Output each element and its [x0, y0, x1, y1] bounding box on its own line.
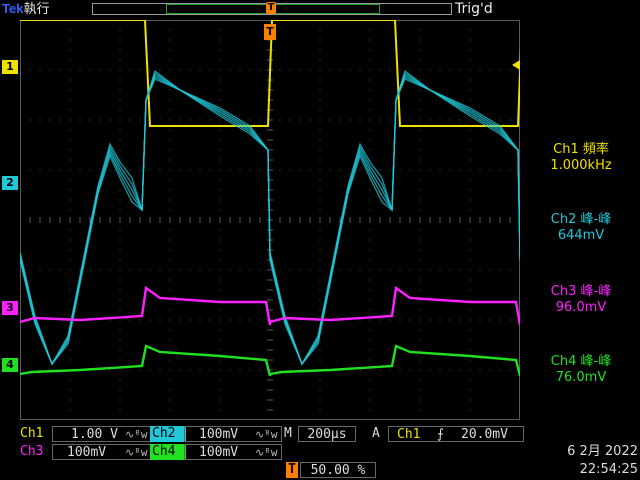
ch3-trace — [20, 285, 520, 326]
trigger-slope-icon: ⨍ — [437, 427, 444, 442]
timebase-value[interactable]: 200µs — [298, 426, 356, 442]
ch3-label[interactable]: Ch3 — [18, 444, 45, 460]
ch4-ground-marker[interactable]: 4 — [2, 358, 18, 372]
trigger-time-marker[interactable]: T — [264, 24, 276, 40]
ch2-scale-box[interactable]: 100mV ∿ᴮw — [184, 426, 282, 442]
ch4-scale: 100mV — [199, 445, 239, 460]
ch1-scale: 1.00 V — [71, 427, 118, 442]
measurement-value: 644mV — [557, 228, 605, 243]
measurement-value: 96.0mV — [555, 300, 607, 315]
ch4-scale-box[interactable]: 100mV ∿ᴮw — [184, 444, 282, 460]
trigger-position-marker-top[interactable]: T — [266, 2, 276, 14]
trigger-mode: A — [372, 426, 380, 441]
ch1-scale-box[interactable]: 1.00 V ∿ᴮw — [52, 426, 152, 442]
trigger-level-marker[interactable] — [512, 60, 520, 70]
measurement-label: Ch1 頻率 — [553, 142, 609, 157]
measurement-label: Ch2 峰-峰 — [550, 212, 612, 227]
brand-logo: Tek — [2, 1, 24, 16]
trigger-level: 20.0mV — [461, 427, 508, 442]
trigger-state: Trig'd — [455, 1, 493, 17]
waveform-display[interactable] — [20, 20, 520, 420]
date: 6 2月 2022 — [567, 444, 638, 459]
trigger-position-value[interactable]: 50.00 % — [300, 462, 376, 478]
ch3-scale-box[interactable]: 100mV ∿ᴮw — [52, 444, 152, 460]
ch3-coupling-icon: ∿ᴮw — [125, 446, 148, 459]
ch2-scale: 100mV — [199, 427, 239, 442]
timebase-label: M — [284, 426, 292, 441]
ch3-scale: 100mV — [67, 445, 107, 460]
ch4-label[interactable]: Ch4 — [150, 444, 186, 460]
ch1-label[interactable]: Ch1 — [18, 426, 45, 442]
measurement-label: Ch3 峰-峰 — [550, 284, 612, 299]
settings-bar: Ch1 1.00 V ∿ᴮw Ch2 100mV ∿ᴮw M 200µs A C… — [0, 424, 640, 480]
measurement-value: 76.0mV — [555, 370, 607, 385]
ch4-coupling-icon: ∿ᴮw — [255, 446, 278, 459]
ch1-coupling-icon: ∿ᴮw — [125, 428, 148, 441]
ch2-label[interactable]: Ch2 — [150, 426, 186, 442]
measurement-value: 1.000kHz — [550, 158, 612, 173]
measurement-label: Ch4 峰-峰 — [550, 354, 612, 369]
measurement-ch2-pkpk: Ch2 峰-峰 644mV — [522, 212, 640, 244]
time: 22:54:25 — [579, 462, 638, 477]
measurement-ch4-pkpk: Ch4 峰-峰 76.0mV — [522, 354, 640, 386]
ch2-coupling-icon: ∿ᴮw — [255, 428, 278, 441]
run-state: 執行 — [23, 2, 50, 17]
brand-run-state: Tek執行 — [2, 0, 49, 18]
trigger-setting-box[interactable]: Ch1 ⨍ 20.0mV — [388, 426, 524, 442]
ch1-ground-marker[interactable]: 1 — [2, 60, 18, 74]
trigger-source: Ch1 — [397, 427, 421, 442]
ch3-ground-marker[interactable]: 3 — [2, 301, 18, 315]
measurement-ch1-frequency: Ch1 頻率 1.000kHz — [522, 142, 640, 174]
ch2-ground-marker[interactable]: 2 — [2, 176, 18, 190]
trigger-position-icon: T — [286, 462, 298, 478]
measurement-ch3-pkpk: Ch3 峰-峰 96.0mV — [522, 284, 640, 316]
